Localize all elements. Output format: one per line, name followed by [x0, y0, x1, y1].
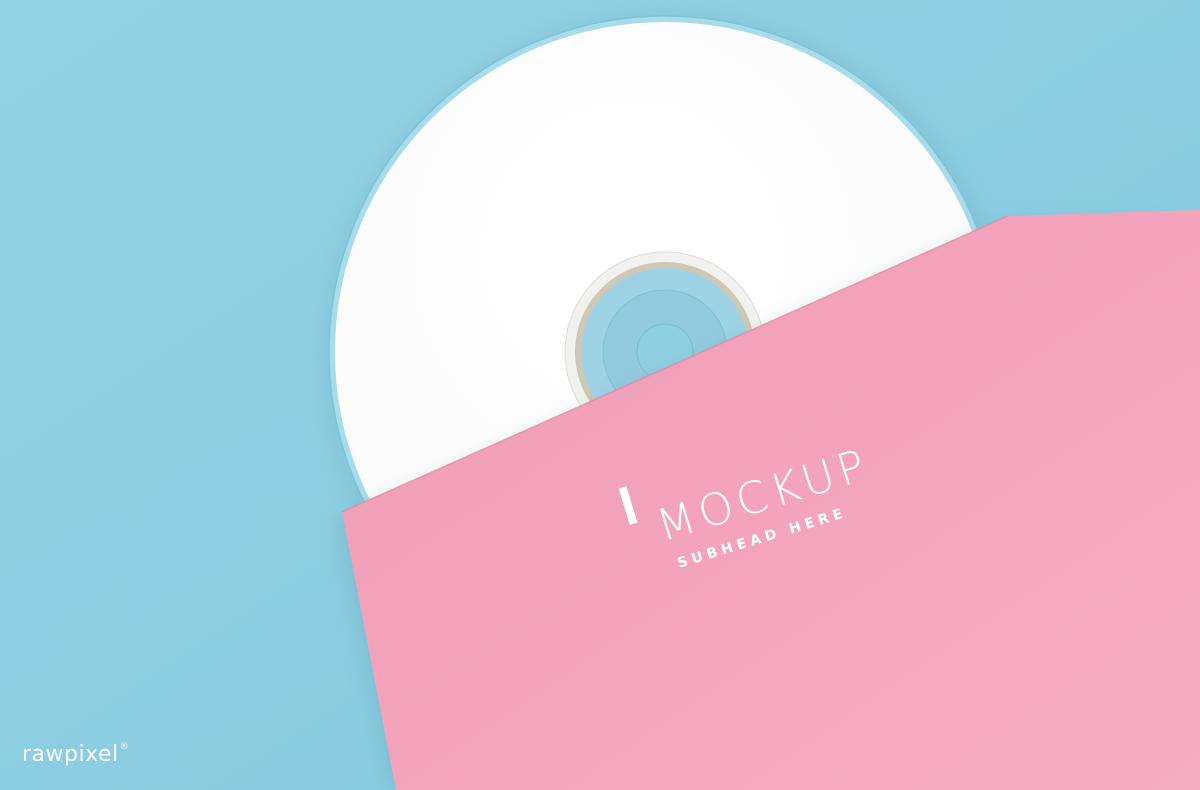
sleeve-text-layer: MOCKUP SUBHEAD HERE — [651, 439, 876, 572]
registered-mark: ® — [119, 742, 130, 752]
watermark-text: rawpixel — [22, 742, 119, 767]
watermark-logo: rawpixel® — [22, 742, 129, 767]
mockup-scene: MOCKUP SUBHEAD HERE rawpixel® — [0, 0, 1200, 790]
